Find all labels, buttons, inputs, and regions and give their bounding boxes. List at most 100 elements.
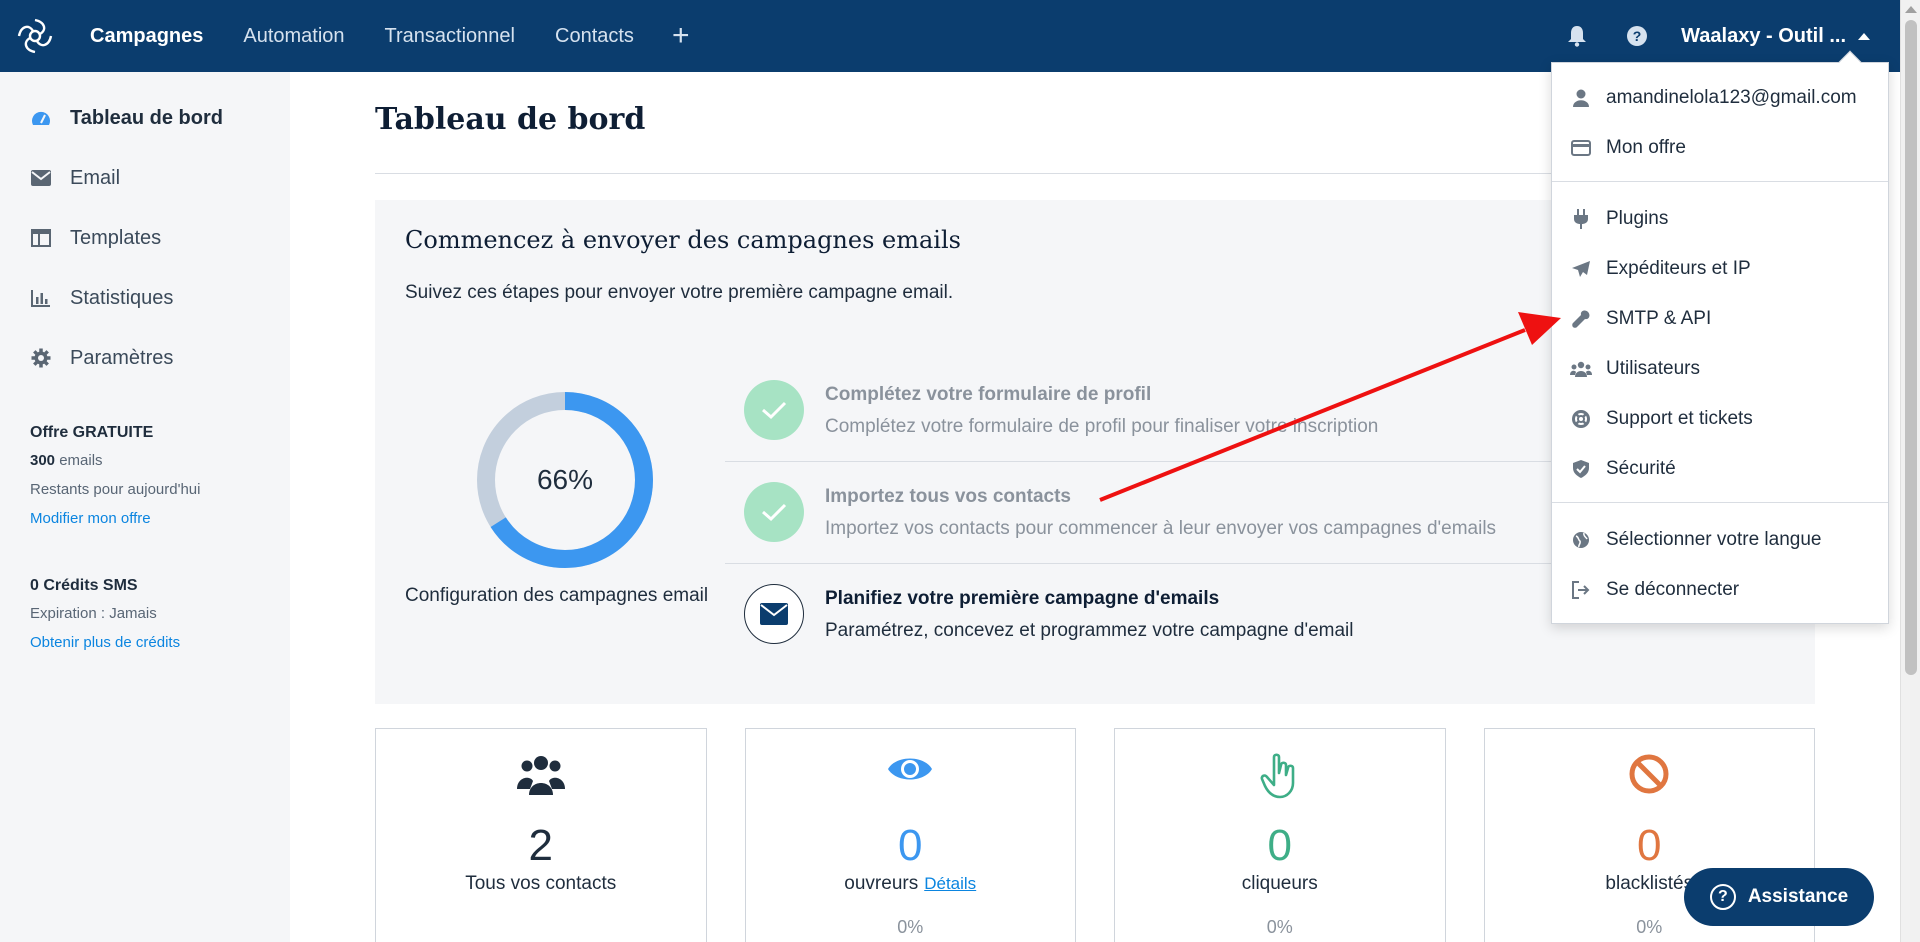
- onboarding-heading: Commencez à envoyer des campagnes emails: [405, 226, 961, 254]
- bar-chart-icon: [30, 287, 52, 309]
- step-title: Planifiez votre première campagne d'emai…: [825, 588, 1220, 609]
- sms-block: 0 Crédits SMS Expiration : Jamais Obteni…: [0, 577, 290, 651]
- stat-label: cliqueurs: [1241, 873, 1318, 894]
- envelope-icon: [30, 167, 52, 189]
- sign-out-icon: [1570, 581, 1592, 599]
- stat-value: 0: [898, 821, 923, 870]
- add-menu-plus-icon[interactable]: +: [654, 19, 708, 53]
- page-scrollbar[interactable]: [1900, 0, 1920, 942]
- stat-value: 0: [1267, 821, 1292, 870]
- check-icon: [744, 380, 804, 440]
- account-dropdown: amandinelola123@gmail.com Mon offre Plug…: [1551, 50, 1889, 624]
- stat-percent: 0%: [897, 917, 924, 937]
- sidebar-item-tableau-de-bord[interactable]: Tableau de bord: [0, 88, 290, 148]
- caret-up-icon: [1858, 32, 1870, 40]
- stat-value: 0: [1637, 821, 1662, 870]
- offer-title: Offre GRATUITE: [30, 424, 154, 441]
- dropdown-item-mon-offre[interactable]: Mon offre: [1552, 123, 1888, 173]
- sidebar-item-label: Paramètres: [70, 346, 174, 369]
- dropdown-item-label: Sécurité: [1606, 458, 1676, 479]
- progress-percent: 66%: [536, 464, 594, 495]
- progress-donut: 66%: [475, 390, 655, 570]
- scroll-thumb[interactable]: [1905, 20, 1917, 675]
- offer-emails: 300 emails: [30, 452, 290, 469]
- plug-icon: [1570, 209, 1592, 229]
- sidebar-item-label: Tableau de bord: [70, 106, 223, 129]
- sidebar-item-label: Statistiques: [70, 286, 174, 309]
- dropdown-item-plugins[interactable]: Plugins: [1552, 194, 1888, 244]
- sidebar-item-templates[interactable]: Templates: [0, 208, 290, 268]
- dropdown-item-label: Sélectionner votre langue: [1606, 529, 1822, 550]
- step-desc: Importez vos contacts pour commencer à l…: [825, 518, 1497, 539]
- check-icon: [744, 482, 804, 542]
- brevo-logo-icon[interactable]: [0, 0, 70, 72]
- eye-icon: [746, 753, 1076, 785]
- dashboard-icon: [30, 107, 52, 129]
- lifebuoy-icon: [1570, 410, 1592, 428]
- nav-transactionnel[interactable]: Transactionnel: [365, 0, 535, 72]
- envelope-icon: [744, 584, 804, 644]
- user-icon: [1570, 89, 1592, 107]
- step-desc: Paramétrez, concevez et programmez votre…: [825, 620, 1354, 641]
- get-credits-link[interactable]: Obtenir plus de crédits: [30, 634, 290, 651]
- ban-icon: [1485, 753, 1815, 795]
- stat-card-openers[interactable]: 0 ouvreurs Détails 0%: [744, 728, 1076, 942]
- stat-label-row: ouvreurs Détails: [746, 873, 1076, 895]
- dropdown-item-support[interactable]: Support et tickets: [1552, 394, 1888, 444]
- details-link[interactable]: Détails: [924, 874, 976, 893]
- progress-caption: Configuration des campagnes email: [405, 585, 709, 606]
- dropdown-item-expediteurs[interactable]: Expéditeurs et IP: [1552, 244, 1888, 294]
- step-title: Complétez votre formulaire de profil: [825, 384, 1152, 405]
- pointer-hand-icon: [1115, 753, 1445, 799]
- dropdown-item-deconnecter[interactable]: Se déconnecter: [1552, 565, 1888, 615]
- stat-card-clickers[interactable]: 0 cliqueurs 0%: [1114, 728, 1446, 942]
- dropdown-item-securite[interactable]: Sécurité: [1552, 444, 1888, 494]
- sidebar-item-statistiques[interactable]: Statistiques: [0, 268, 290, 328]
- template-icon: [30, 227, 52, 249]
- account-menu[interactable]: Waalaxy - Outil ...: [1667, 25, 1900, 48]
- dropdown-item-label: Support et tickets: [1606, 408, 1753, 429]
- assistance-label: Assistance: [1747, 886, 1849, 907]
- sidebar-item-email[interactable]: Email: [0, 148, 290, 208]
- globe-icon: [1570, 531, 1592, 549]
- dropdown-item-utilisateurs[interactable]: Utilisateurs: [1552, 344, 1888, 394]
- dropdown-item-label: Se déconnecter: [1606, 579, 1740, 600]
- stats-row: 2 Tous vos contacts 0 ouvreurs Détails 0%…: [375, 728, 1815, 942]
- onboarding-subtitle: Suivez ces étapes pour envoyer votre pre…: [405, 282, 954, 303]
- sidebar-item-label: Templates: [70, 226, 162, 249]
- offer-block: Offre GRATUITE 300 emails Restants pour …: [0, 424, 290, 527]
- sidebar-item-label: Email: [70, 166, 121, 189]
- nav-automation[interactable]: Automation: [223, 0, 364, 72]
- svg-text:?: ?: [1633, 28, 1642, 44]
- offer-remaining: Restants pour aujourd'hui: [30, 481, 201, 498]
- step-title: Importez tous vos contacts: [825, 486, 1071, 507]
- stat-label: Tous vos contacts: [465, 873, 617, 894]
- dropdown-item-label: Utilisateurs: [1606, 358, 1700, 379]
- shield-icon: [1570, 460, 1592, 478]
- offer-emails-label: emails: [59, 452, 103, 469]
- dropdown-item-email[interactable]: amandinelola123@gmail.com: [1552, 73, 1888, 123]
- nav-campagnes[interactable]: Campagnes: [70, 0, 223, 72]
- offer-emails-count: 300: [30, 452, 56, 469]
- stat-value: 2: [528, 821, 553, 870]
- scroll-up-arrow-icon[interactable]: [1905, 6, 1917, 13]
- sidebar: Tableau de bord Email Templates Statisti…: [0, 72, 290, 942]
- modify-offer-link[interactable]: Modifier mon offre: [30, 510, 290, 527]
- stat-card-contacts[interactable]: 2 Tous vos contacts: [375, 728, 707, 942]
- dropdown-item-langue[interactable]: Sélectionner votre langue: [1552, 515, 1888, 565]
- dropdown-divider: [1552, 181, 1888, 182]
- dropdown-item-label: Expéditeurs et IP: [1606, 258, 1751, 279]
- credit-card-icon: [1570, 140, 1592, 156]
- dropdown-item-label: amandinelola123@gmail.com: [1606, 87, 1857, 108]
- dropdown-item-label: Mon offre: [1606, 137, 1686, 158]
- stat-percent: 0%: [1266, 917, 1293, 937]
- assistance-button[interactable]: ? Assistance: [1684, 868, 1874, 926]
- step-desc: Complétez votre formulaire de profil pou…: [825, 416, 1379, 437]
- sidebar-item-parametres[interactable]: Paramètres: [0, 328, 290, 388]
- gear-icon: [30, 347, 52, 369]
- stat-label: ouvreurs: [844, 873, 919, 894]
- dropdown-item-smtp-api[interactable]: SMTP & API: [1552, 294, 1888, 344]
- nav-contacts[interactable]: Contacts: [535, 0, 654, 72]
- users-icon: [1570, 361, 1592, 377]
- dropdown-item-label: SMTP & API: [1606, 308, 1712, 329]
